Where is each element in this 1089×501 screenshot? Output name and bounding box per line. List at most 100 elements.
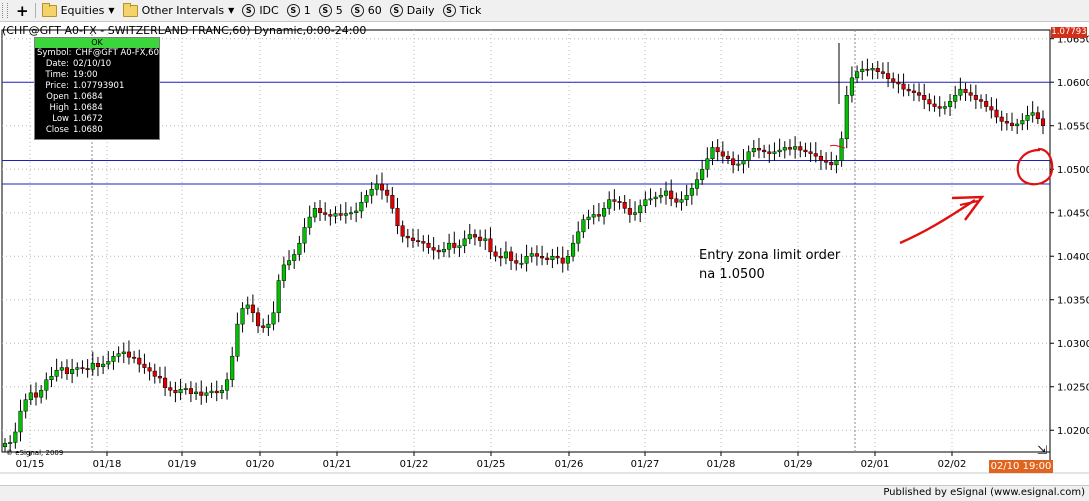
candle-body — [586, 216, 591, 220]
candle-body — [860, 68, 865, 73]
candle-body — [509, 251, 514, 261]
candle-body — [230, 356, 235, 381]
candle-body — [209, 390, 214, 394]
candle-body — [643, 199, 648, 207]
candle-body — [1004, 121, 1009, 124]
candle-body — [421, 241, 426, 244]
data-window-row: Symbol: CHF@GFT A0-FX,60 — [35, 48, 159, 59]
y-tick-label: 1.0350 — [1057, 296, 1089, 307]
candle-body — [994, 109, 999, 118]
candle-body — [328, 214, 333, 217]
symbol-value: CHF@GFT A0-FX,60 — [75, 48, 159, 58]
symbol-label: Symbol: — [37, 48, 72, 58]
candle-body — [679, 199, 684, 203]
y-tick-label: 1.0500 — [1057, 165, 1089, 176]
candle-body — [798, 146, 803, 151]
candle-body — [844, 95, 849, 140]
candle-body — [147, 367, 152, 372]
candle-body — [245, 304, 250, 309]
x-tick-label: 01/28 — [707, 459, 736, 470]
candle-body — [59, 367, 64, 371]
candle-body — [54, 369, 59, 377]
price-chart[interactable]: 1.06501.06001.05501.05001.04501.04001.03… — [0, 0, 1089, 485]
candle-body — [292, 254, 297, 261]
x-tick-label: 01/21 — [323, 459, 352, 470]
candle-body — [214, 390, 219, 394]
candle-body — [839, 138, 844, 161]
candle-body — [1040, 118, 1046, 126]
candle-body — [1025, 115, 1030, 121]
candle-body — [1020, 120, 1025, 125]
candle-body — [906, 88, 911, 92]
candle-body — [199, 391, 204, 396]
data-window-value: 19:00 — [73, 70, 98, 80]
candle-body — [824, 160, 829, 163]
candle-body — [354, 210, 359, 213]
chart-scroll-icon[interactable]: ⇲ — [1037, 443, 1047, 457]
candle-body — [808, 151, 813, 154]
data-window-key: Open — [46, 92, 69, 102]
candle-body — [565, 255, 570, 264]
candle-body — [937, 106, 942, 109]
candle-body — [762, 149, 767, 153]
candle-body — [472, 234, 477, 238]
candle-body — [436, 249, 441, 253]
y-tick-label: 1.0600 — [1057, 78, 1089, 89]
candle-body — [689, 188, 694, 196]
x-tick-label: 01/15 — [16, 459, 45, 470]
candle-body — [880, 71, 885, 74]
candle-body — [178, 389, 183, 394]
candle-body — [540, 255, 545, 259]
candle-body — [410, 237, 416, 241]
y-tick-label: 1.0300 — [1057, 339, 1089, 350]
x-tick-label: 01/19 — [168, 459, 197, 470]
candle-body — [917, 92, 922, 96]
candle-body — [194, 391, 199, 394]
candle-body — [343, 213, 348, 216]
candle-body — [736, 163, 741, 166]
chart-title: (CHF@GFT A0-FX - SWITZERLAND FRANC,60) D… — [2, 24, 367, 37]
candle-body — [250, 304, 255, 314]
candle-body — [653, 196, 658, 200]
candle-body — [85, 368, 90, 370]
candle-body — [478, 236, 483, 241]
candle-body — [374, 183, 379, 190]
y-tick-label: 1.0550 — [1057, 122, 1089, 133]
candle-body — [312, 208, 317, 218]
candle-body — [467, 234, 472, 240]
data-window-row: Price: 1.07793901 — [35, 81, 159, 92]
candle-body — [18, 410, 23, 433]
candle-body — [834, 160, 839, 166]
candle-body — [674, 198, 679, 203]
candle-body — [49, 376, 54, 381]
candle-body — [591, 214, 596, 218]
x-tick-label: 02/01 — [861, 459, 890, 470]
candle-body — [2, 443, 8, 448]
candle-body — [911, 90, 916, 93]
candle-body — [968, 92, 973, 96]
candle-body — [369, 188, 374, 196]
candle-body — [457, 245, 462, 248]
candle-body — [571, 242, 576, 257]
candle-body — [493, 251, 498, 257]
candle-body — [772, 151, 777, 154]
data-window-key: High — [49, 103, 69, 113]
candle-body — [64, 367, 70, 374]
cursor-data-window[interactable]: OK Symbol: CHF@GFT A0-FX,60 Date: 02/10/1… — [34, 37, 160, 140]
candle-body — [741, 160, 746, 165]
data-window-key: Price: — [45, 81, 69, 91]
candle-body — [886, 73, 891, 79]
candle-body — [891, 78, 896, 83]
candle-body — [39, 389, 44, 398]
data-window-value: 02/10/10 — [73, 59, 112, 69]
x-tick-label: 01/20 — [246, 459, 275, 470]
candle-body — [395, 208, 400, 227]
candle-body — [281, 264, 286, 281]
candle-body — [999, 116, 1004, 122]
candle-body — [183, 388, 188, 390]
candle-body — [255, 312, 261, 327]
data-window-row: Time: 19:00 — [35, 70, 159, 81]
candle-body — [90, 362, 95, 370]
x-tick-label: 01/18 — [93, 459, 122, 470]
candle-body — [953, 95, 958, 102]
